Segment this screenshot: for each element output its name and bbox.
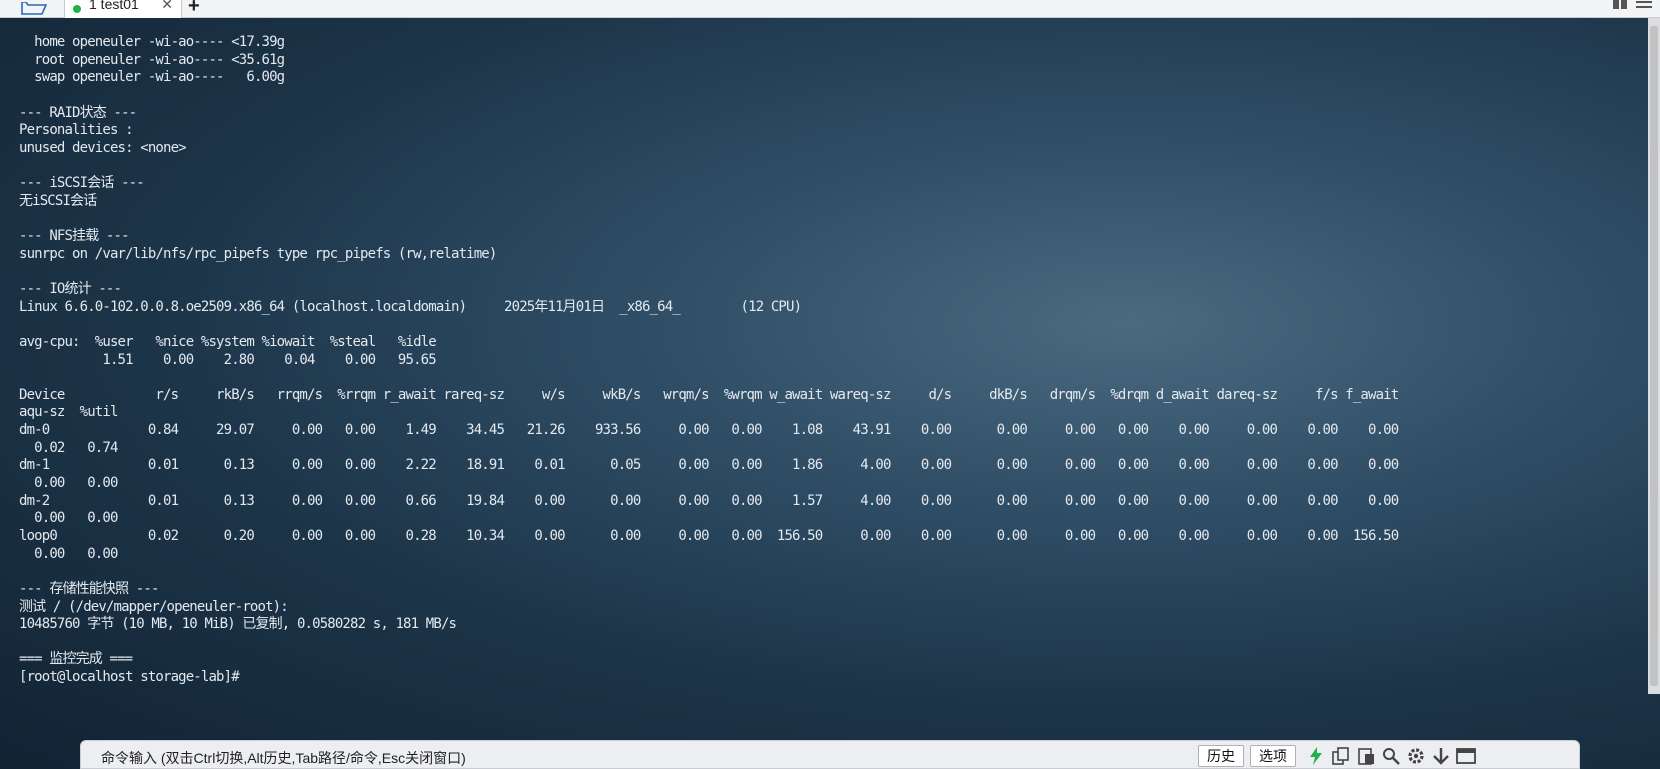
terminal-line: aqu-sz %util	[19, 404, 118, 421]
tab-test01[interactable]: 1 test01 ✕	[64, 0, 182, 18]
options-button[interactable]: 选项	[1250, 745, 1296, 767]
terminal-line: [root@localhost storage-lab]#	[19, 669, 240, 686]
terminal-line: --- IO统计 ---	[19, 280, 122, 297]
terminal-line: unused devices: <none>	[19, 139, 187, 156]
terminal-line: Personalities :	[19, 122, 134, 139]
terminal-scrollbar[interactable]	[1648, 18, 1660, 694]
terminal-line: dm-0 0.84 29.07 0.00 0.00 1.49 34.45 21.…	[19, 422, 1399, 439]
terminal-line: loop0 0.02 0.20 0.00 0.00 0.28 10.34 0.0…	[19, 527, 1399, 544]
history-button[interactable]: 历史	[1198, 745, 1244, 767]
terminal-line: --- iSCSI会话 ---	[19, 175, 145, 192]
paste-icon[interactable]	[1356, 746, 1376, 766]
terminal-line: 10485760 字节 (10 MB, 10 MiB) 已复制, 0.05802…	[19, 616, 457, 633]
folder-icon	[21, 1, 47, 15]
layout-icon[interactable]	[1612, 0, 1628, 10]
terminal-line: Linux 6.6.0-102.0.0.8.oe2509.x86_64 (loc…	[19, 298, 802, 315]
terminal-line: dm-1 0.01 0.13 0.00 0.00 2.22 18.91 0.01…	[19, 457, 1399, 474]
terminal-line: --- NFS挂载 ---	[19, 228, 130, 245]
terminal-line: --- 存储性能快照 ---	[19, 580, 159, 597]
terminal-line: 无iSCSI会话	[19, 192, 97, 209]
terminal-line: 测试 / (/dev/mapper/openeuler-root):	[19, 598, 289, 615]
window-controls	[1612, 0, 1652, 10]
terminal-line: sunrpc on /var/lib/nfs/rpc_pipefs type r…	[19, 245, 497, 262]
terminal-output[interactable]: home openeuler -wi-ao---- <17.39g root o…	[19, 34, 1399, 687]
copy-icon[interactable]	[1331, 746, 1351, 766]
terminal-line: 1.51 0.00 2.80 0.04 0.00 95.65	[19, 351, 436, 368]
terminal-line: 0.00 0.00	[19, 475, 118, 492]
terminal-line: home openeuler -wi-ao---- <17.39g	[19, 34, 285, 50]
terminal-line: Device r/s rkB/s rrqm/s %rrqm r_await ra…	[19, 386, 1399, 403]
folder-button[interactable]	[8, 0, 58, 17]
terminal-line: dm-2 0.01 0.13 0.00 0.00 0.66 19.84 0.00…	[19, 492, 1399, 509]
terminal-line: 0.00 0.00	[19, 545, 118, 562]
scrollbar-thumb[interactable]	[1650, 26, 1658, 686]
tab-label: 1 test01	[89, 0, 139, 12]
arrow-down-icon[interactable]	[1431, 746, 1451, 766]
terminal-line: root openeuler -wi-ao---- <35.61g	[19, 51, 285, 68]
terminal-line: 0.00 0.00	[19, 510, 118, 527]
window-icon[interactable]	[1456, 746, 1476, 766]
close-icon[interactable]: ✕	[161, 0, 173, 13]
search-icon[interactable]	[1381, 746, 1401, 766]
gear-icon[interactable]	[1406, 746, 1426, 766]
terminal-line: swap openeuler -wi-ao---- 6.00g	[19, 69, 285, 86]
connection-status-dot	[73, 5, 81, 13]
command-input-placeholder[interactable]: 命令输入 (双击Ctrl切换,Alt历史,Tab路径/命令,Esc关闭窗口)	[101, 748, 466, 768]
tab-bar: 1 test01 ✕ +	[0, 0, 1660, 18]
command-bar-toolbar	[1306, 746, 1476, 766]
terminal-line: --- RAID状态 ---	[19, 104, 137, 121]
terminal-line: === 监控完成 ===	[19, 651, 133, 668]
terminal-line: 0.02 0.74	[19, 439, 118, 456]
menu-icon[interactable]	[1636, 0, 1652, 10]
terminal-line: avg-cpu: %user %nice %system %iowait %st…	[19, 333, 437, 350]
plus-icon[interactable]: +	[188, 0, 200, 18]
command-input-bar[interactable]: 命令输入 (双击Ctrl切换,Alt历史,Tab路径/命令,Esc关闭窗口) 历…	[80, 740, 1580, 769]
lightning-icon[interactable]	[1306, 746, 1326, 766]
